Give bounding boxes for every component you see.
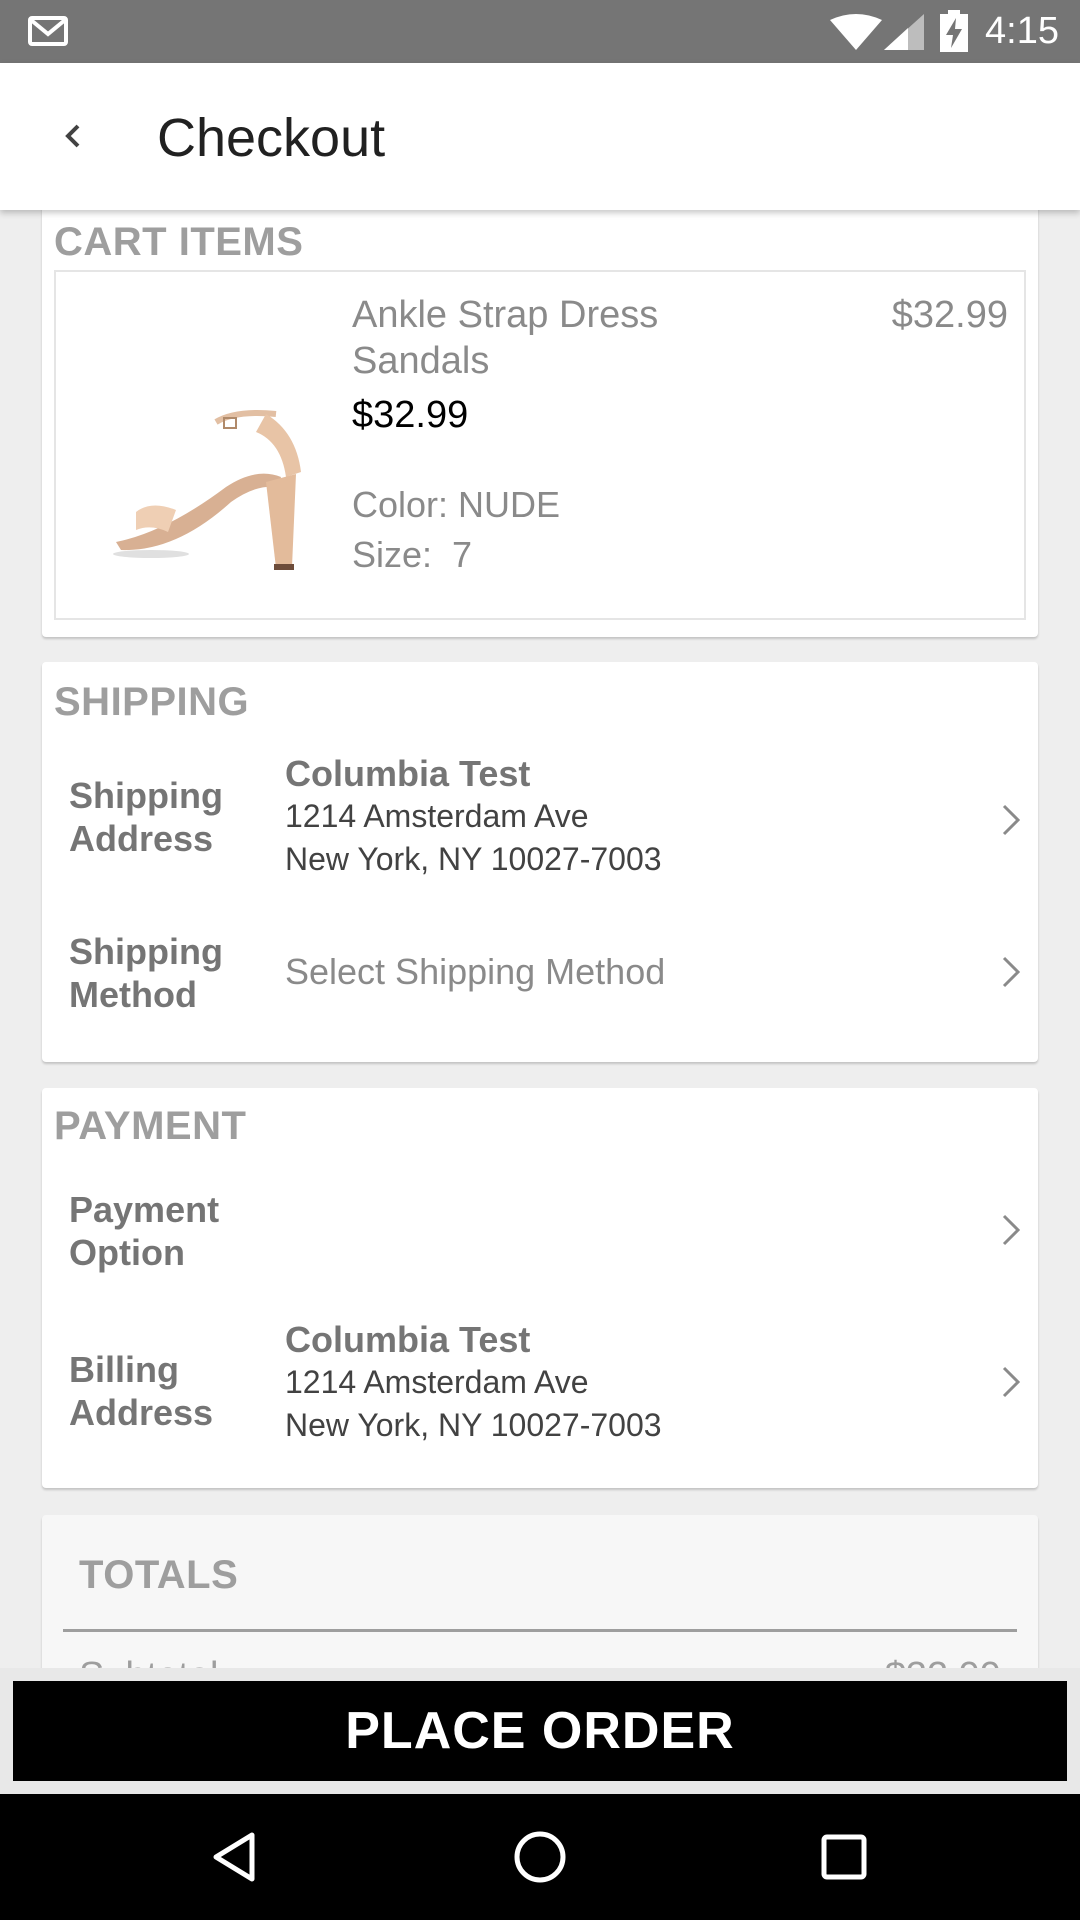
item-color: Color: NUDE [352, 484, 561, 525]
back-chevron-icon[interactable] [58, 111, 88, 161]
recents-square-icon[interactable] [814, 1827, 874, 1887]
gmail-icon [28, 16, 68, 46]
payment-option-label: Payment Option [69, 1189, 220, 1273]
wifi-icon [830, 14, 882, 50]
cart-item[interactable]: Ankle Strap Dress Sandals $32.99 $32.99 … [54, 270, 1026, 620]
chevron-right-icon [1002, 956, 1021, 988]
shipping-address-line2: New York, NY 10027-7003 [285, 841, 662, 877]
billing-address-label: Billing Address [69, 1349, 214, 1433]
totals-heading: TOTALS [79, 1553, 239, 1597]
shipping-card: SHIPPING Shipping Address Columbia Test … [42, 662, 1038, 1062]
shipping-address-line1: 1214 Amsterdam Ave [285, 798, 589, 834]
signal-icon [884, 14, 924, 50]
subtotal-value: $32.99 [885, 1655, 1001, 1668]
totals-card: TOTALS Subtotal $32.99 [42, 1515, 1038, 1668]
item-line-total: $32.99 [891, 294, 1008, 336]
billing-address-name: Columbia Test [285, 1319, 531, 1360]
subtotal-label: Subtotal [79, 1655, 218, 1668]
chevron-right-icon [1002, 1366, 1021, 1398]
billing-address-value: Columbia Test 1214 Amsterdam Ave New Yor… [285, 1318, 662, 1447]
payment-heading: PAYMENT [54, 1104, 247, 1148]
shipping-address-label: Shipping Address [69, 775, 223, 859]
page-title: Checkout [157, 108, 386, 168]
totals-divider [63, 1629, 1017, 1632]
clock: 4:15 [985, 10, 1059, 52]
place-order-bar: PLACE ORDER [0, 1668, 1080, 1794]
payment-option-row[interactable]: Payment Option [42, 1188, 1038, 1288]
shipping-address-name: Columbia Test [285, 753, 531, 794]
shipping-heading: SHIPPING [54, 680, 250, 724]
system-nav-bar [0, 1794, 1080, 1920]
chevron-right-icon [1002, 804, 1021, 836]
item-price: $32.99 [352, 394, 469, 436]
place-order-button[interactable]: PLACE ORDER [13, 1681, 1067, 1781]
shipping-address-row[interactable]: Shipping Address Columbia Test 1214 Amst… [42, 752, 1038, 892]
shipping-method-label: Shipping Method [69, 931, 223, 1015]
checkout-scroll-area[interactable]: CART ITEMS Ankle Strap Dress Sandals $32… [0, 210, 1080, 1668]
billing-address-line1: 1214 Amsterdam Ave [285, 1364, 589, 1400]
back-triangle-icon[interactable] [206, 1827, 266, 1887]
billing-address-row[interactable]: Billing Address Columbia Test 1214 Amste… [42, 1318, 1038, 1458]
battery-charging-icon [940, 10, 968, 52]
payment-card: PAYMENT Payment Option Billing Address C… [42, 1088, 1038, 1488]
status-bar: 4:15 [0, 0, 1080, 63]
app-bar: Checkout [0, 63, 1080, 210]
sandal-image [113, 410, 301, 570]
billing-address-line2: New York, NY 10027-7003 [285, 1407, 662, 1443]
shipping-method-row[interactable]: Shipping Method Select Shipping Method [42, 930, 1038, 1030]
home-circle-icon[interactable] [510, 1827, 570, 1887]
cart-items-heading: CART ITEMS [54, 220, 304, 264]
shipping-address-value: Columbia Test 1214 Amsterdam Ave New Yor… [285, 752, 662, 881]
item-name: Ankle Strap Dress Sandals [352, 294, 659, 382]
chevron-right-icon [1002, 1214, 1021, 1246]
item-size: Size: 7 [352, 534, 473, 575]
shipping-method-placeholder: Select Shipping Method [285, 951, 666, 992]
cart-items-card: CART ITEMS Ankle Strap Dress Sandals $32… [42, 210, 1038, 637]
